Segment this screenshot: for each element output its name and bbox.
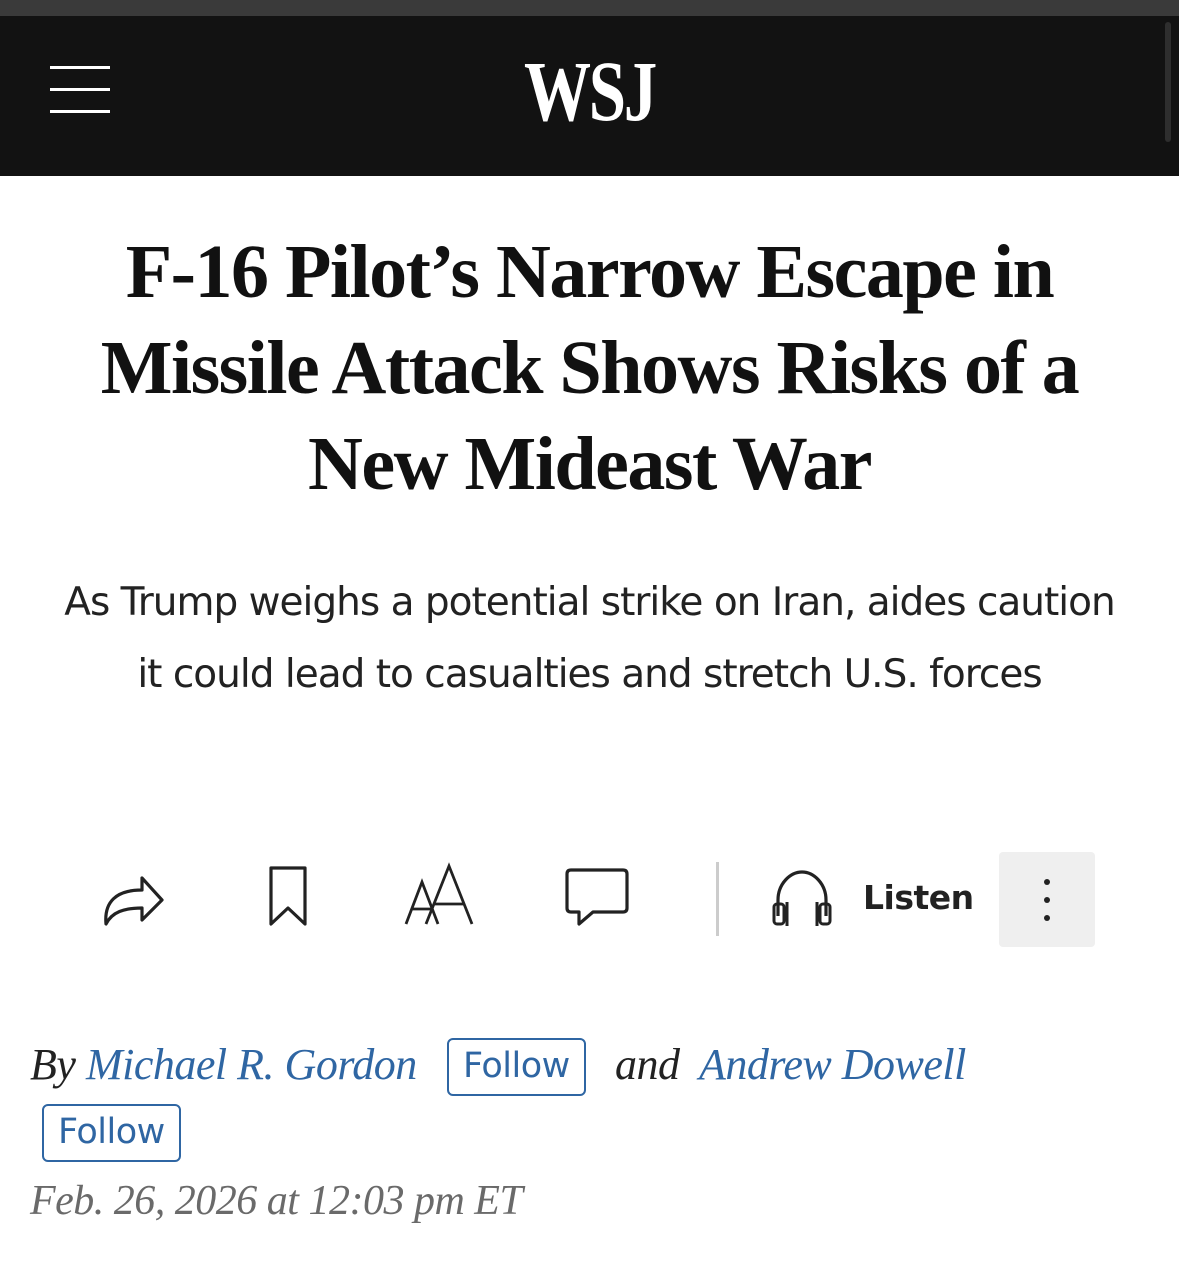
follow-button-michael-gordon[interactable]: Follow [447,1038,586,1096]
follow-button-andrew-dowell[interactable]: Follow [42,1104,181,1162]
menu-bar-line [50,88,110,91]
dot [1044,897,1050,903]
menu-bar-line [50,110,110,113]
site-header: WSJ [0,16,1179,176]
listen-label[interactable]: Listen [863,878,974,918]
dot [1044,879,1050,885]
status-strip [0,0,1179,16]
comment-icon[interactable] [563,866,631,928]
article-dek: As Trump weighs a potential strike on Ir… [64,580,1115,697]
toolbar-divider [716,862,719,936]
more-vertical-icon[interactable] [999,852,1095,947]
headphones-icon [772,870,832,926]
article-headline: F-16 Pilot’s Narrow Escape in Missile At… [100,230,1080,506]
hamburger-menu-icon[interactable] [48,64,112,116]
menu-bar-line [50,66,110,69]
header-scrollbar [1165,22,1171,142]
bookmark-icon[interactable] [266,864,310,930]
text-size-icon[interactable] [402,862,478,932]
author-link-michael-gordon[interactable]: Michael R. Gordon [86,1036,417,1094]
byline-by: By [30,1040,76,1089]
byline-and: and [615,1040,680,1089]
share-icon[interactable] [98,866,168,930]
dot [1044,915,1050,921]
wsj-logo[interactable]: WSJ [130,48,1050,134]
author-link-andrew-dowell[interactable]: Andrew Dowell [699,1036,966,1094]
listen-button[interactable] [770,866,834,930]
publish-date: Feb. 26, 2026 at 12:03 pm ET [30,1178,523,1224]
article-toolbar: Listen [0,850,1179,950]
